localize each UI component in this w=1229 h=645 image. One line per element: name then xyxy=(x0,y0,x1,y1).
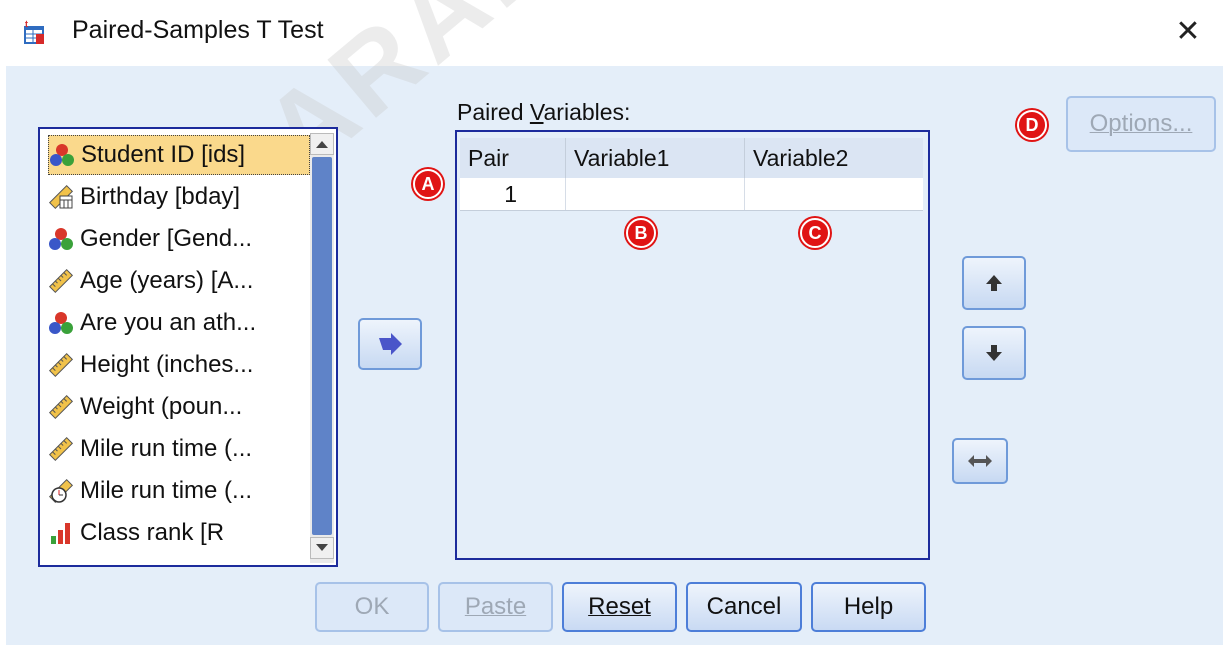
nominal-icon xyxy=(48,310,80,336)
variable-item[interactable]: Student ID [ids] xyxy=(48,135,310,175)
scroll-up-button[interactable] xyxy=(310,133,334,155)
options-button[interactable]: Options... xyxy=(1066,96,1216,152)
variable-label: Weight (poun... xyxy=(80,393,243,420)
variable-label: Are you an ath... xyxy=(80,309,257,336)
header-variable1: Variable1 xyxy=(566,138,745,178)
chevron-up-icon xyxy=(316,141,328,148)
svg-text:t: t xyxy=(25,20,28,29)
paired-variables-grid[interactable]: Pair Variable1 Variable2 1 xyxy=(455,130,930,560)
variable2-cell[interactable] xyxy=(745,178,923,210)
cancel-label: Cancel xyxy=(706,593,782,620)
window-title: Paired-Samples T Test xyxy=(72,16,324,44)
ok-button[interactable]: OK xyxy=(315,582,429,632)
paired-label-mnemonic: V xyxy=(529,99,544,125)
date-scale-icon xyxy=(48,184,80,210)
options-label: Options... xyxy=(1089,110,1193,137)
scroll-down-button[interactable] xyxy=(310,537,334,559)
time-scale-icon xyxy=(48,478,80,504)
variable-item[interactable]: Birthday [bday] xyxy=(48,177,310,217)
variable-item[interactable]: Weight (poun... xyxy=(48,387,310,427)
move-to-pairs-button[interactable] xyxy=(358,318,422,370)
pair-row[interactable]: 1 xyxy=(460,178,923,211)
cancel-button[interactable]: Cancel xyxy=(686,582,802,632)
source-variable-list[interactable]: Student ID [ids] Birthday [bday] Gender [G… xyxy=(38,127,338,567)
paste-button[interactable]: Paste xyxy=(438,582,553,632)
variable-item[interactable]: Mile run time (... xyxy=(48,471,310,511)
close-button[interactable]: ✕ xyxy=(1168,12,1208,52)
variable-item[interactable]: Class rank [R xyxy=(48,513,310,553)
scale-ruler-icon xyxy=(48,436,80,462)
move-down-button[interactable] xyxy=(962,326,1026,380)
arrow-down-icon xyxy=(986,345,1002,361)
variable-label: Age (years) [A... xyxy=(80,267,254,294)
arrow-right-icon xyxy=(379,333,402,355)
help-label: Help xyxy=(843,593,894,620)
variable-label: Class rank [R xyxy=(80,519,225,546)
variable-list-scrollbar[interactable] xyxy=(310,133,334,563)
variable1-cell[interactable] xyxy=(566,178,745,210)
variable-label: Gender [Gend... xyxy=(80,225,253,252)
header-pair: Pair xyxy=(460,138,566,178)
variable-label: Mile run time (... xyxy=(80,477,253,504)
variable-item[interactable]: Gender [Gend... xyxy=(48,219,310,259)
variable-item[interactable]: Height (inches... xyxy=(48,345,310,385)
grid-header: Pair Variable1 Variable2 xyxy=(460,138,923,178)
paired-variables-label: Paired Variables: xyxy=(457,99,631,125)
annotation-a: A xyxy=(413,169,443,199)
variable-label: Mile run time (... xyxy=(80,435,253,462)
variable-item[interactable]: Are you an ath... xyxy=(48,303,310,343)
annotation-c: C xyxy=(800,218,830,248)
scale-ruler-icon xyxy=(48,394,80,420)
annotation-b: B xyxy=(626,218,656,248)
title-bar: t Paired-Samples T Test ✕ xyxy=(0,0,1229,66)
ok-label: OK xyxy=(354,593,390,620)
nominal-icon xyxy=(48,226,80,252)
reset-label: Reset xyxy=(588,593,651,620)
scroll-thumb[interactable] xyxy=(312,157,332,535)
pair-number: 1 xyxy=(460,178,566,210)
scale-ruler-icon xyxy=(48,352,80,378)
header-variable2: Variable2 xyxy=(753,144,849,171)
close-icon: ✕ xyxy=(1175,15,1201,48)
variable-item[interactable]: Mile run time (... xyxy=(48,429,310,469)
variable-label: Student ID [ids] xyxy=(81,141,246,168)
variable-label: Birthday [bday] xyxy=(80,183,241,210)
chevron-down-icon xyxy=(316,544,328,551)
help-button[interactable]: Help xyxy=(811,582,926,632)
scale-ruler-icon xyxy=(48,268,80,294)
variable-label: Height (inches... xyxy=(80,351,254,378)
paste-label: Paste xyxy=(464,593,527,620)
nominal-icon xyxy=(49,142,81,168)
swap-arrows-icon xyxy=(968,455,992,467)
spss-app-icon: t xyxy=(24,20,44,44)
arrow-up-icon xyxy=(986,275,1002,291)
ordinal-icon xyxy=(48,520,80,546)
swap-variables-button[interactable] xyxy=(952,438,1008,484)
reset-button[interactable]: Reset xyxy=(562,582,677,632)
variable-item[interactable]: Age (years) [A... xyxy=(48,261,310,301)
move-up-button[interactable] xyxy=(962,256,1026,310)
annotation-d: D xyxy=(1017,110,1047,140)
